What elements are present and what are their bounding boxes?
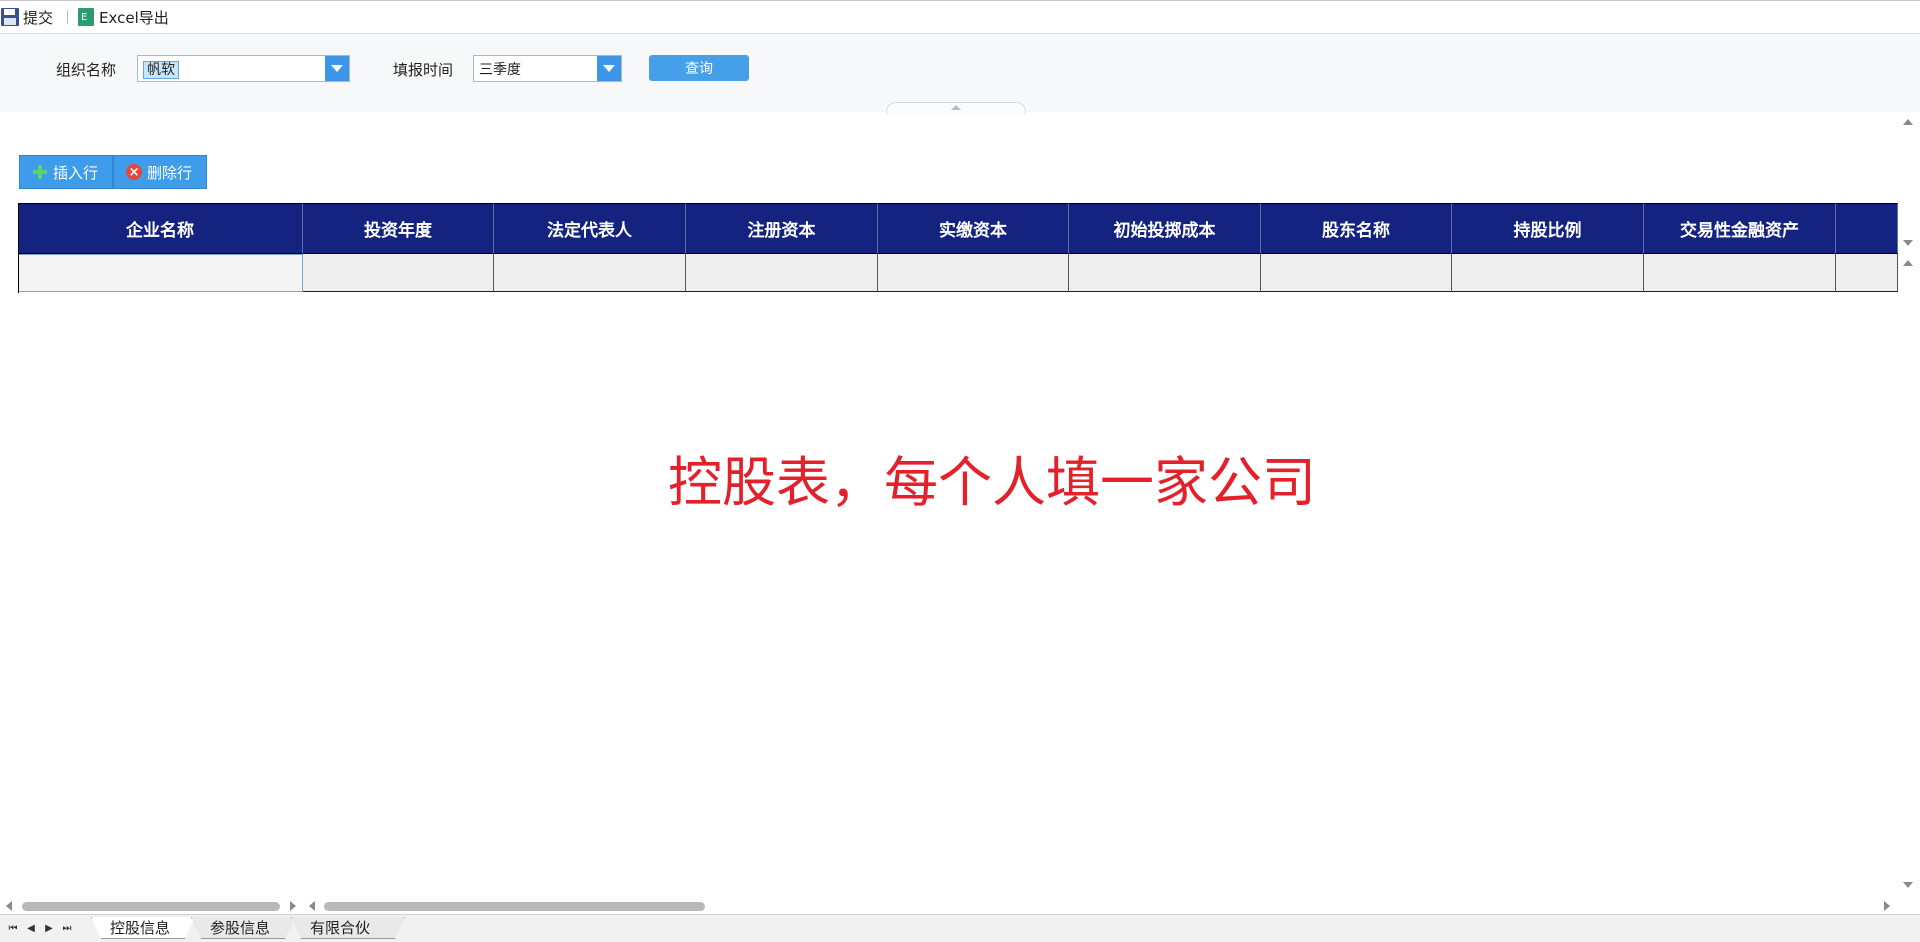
grid-cell[interactable]	[1452, 254, 1644, 292]
last-sheet-icon[interactable]: ⏭	[58, 920, 76, 936]
sheet-tab-holding[interactable]: 控股信息	[91, 917, 195, 939]
grid-left-border	[18, 203, 19, 293]
sheet-tab-bar: ⏮ ◀ ▶ ⏭ 控股信息 参股信息 有限合伙	[0, 914, 1920, 942]
insert-row-label: 插入行	[53, 163, 99, 182]
table-row	[18, 254, 1898, 292]
data-grid: 企业名称 投资年度 法定代表人 注册资本 实缴资本 初始投掷成本 股东名称 持股…	[18, 203, 1898, 293]
save-icon	[1, 8, 19, 26]
grid-scroll-up-icon[interactable]	[1902, 258, 1914, 268]
delete-icon: ×	[126, 164, 143, 180]
sheet-scroll-thumb[interactable]	[22, 902, 280, 911]
query-button[interactable]: 查询	[649, 55, 749, 81]
column-header[interactable]: 法定代表人	[494, 203, 686, 254]
excel-icon: E	[78, 8, 95, 26]
grid-cell[interactable]	[878, 254, 1069, 292]
org-name-value: 帆软	[143, 60, 179, 79]
svg-text:E: E	[81, 12, 87, 23]
grid-cell[interactable]	[494, 254, 686, 292]
submit-button[interactable]: 提交	[0, 1, 59, 33]
column-header[interactable]: 投资年度	[303, 203, 494, 254]
grid-cell-company-name[interactable]	[18, 254, 303, 292]
delete-row-label: 删除行	[147, 163, 193, 182]
org-dropdown-chevron-icon[interactable]	[325, 56, 349, 81]
column-header[interactable]: 股东名称	[1261, 203, 1452, 254]
export-label: Excel导出	[99, 8, 169, 27]
prev-sheet-icon[interactable]: ◀	[22, 920, 40, 936]
excel-export-button[interactable]: E Excel导出	[76, 1, 175, 33]
scroll-down-icon[interactable]	[1902, 238, 1914, 248]
sheet-scroll-left-icon[interactable]	[4, 901, 14, 911]
grid-cell[interactable]	[1836, 254, 1898, 292]
insert-row-button[interactable]: 插入行	[19, 155, 114, 189]
column-header[interactable]: 注册资本	[686, 203, 878, 254]
fill-time-value: 三季度	[479, 61, 521, 78]
grid-scroll-left-icon[interactable]	[307, 901, 317, 911]
column-header[interactable]: 实缴资本	[878, 203, 1069, 254]
scroll-up-icon[interactable]	[1902, 117, 1914, 127]
fill-time-label: 填报时间	[393, 61, 454, 79]
filter-panel: 组织名称 帆软 填报时间 三季度 查询	[0, 34, 1920, 114]
first-sheet-icon[interactable]: ⏮	[4, 920, 22, 936]
grid-scroll-down-icon[interactable]	[1902, 880, 1914, 890]
next-sheet-icon[interactable]: ▶	[40, 920, 58, 936]
submit-label: 提交	[23, 8, 54, 27]
column-header[interactable]: 交易性金融资产	[1644, 203, 1836, 254]
grid-header-row: 企业名称 投资年度 法定代表人 注册资本 实缴资本 初始投掷成本 股东名称 持股…	[18, 203, 1898, 254]
collapse-panel-handle[interactable]	[886, 102, 1026, 114]
org-name-label: 组织名称	[56, 61, 117, 79]
horizontal-scrollbar[interactable]	[0, 898, 1920, 914]
sheet-scroll-right-icon[interactable]	[288, 901, 298, 911]
top-toolbar: 提交 E Excel导出	[0, 0, 1920, 34]
grid-scroll-thumb[interactable]	[324, 902, 705, 911]
delete-row-button[interactable]: × 删除行	[113, 155, 208, 189]
grid-cell[interactable]	[303, 254, 494, 292]
grid-cell[interactable]	[1069, 254, 1261, 292]
sheet-tab-limited-partnership[interactable]: 有限合伙	[291, 917, 405, 939]
column-header-overflow[interactable]	[1836, 203, 1898, 254]
time-dropdown-chevron-icon[interactable]	[597, 56, 621, 81]
plus-icon	[32, 164, 48, 180]
column-header[interactable]: 企业名称	[18, 203, 303, 254]
annotation-text: 控股表，每个人填一家公司	[668, 451, 1316, 514]
grid-cell[interactable]	[1644, 254, 1836, 292]
grid-cell[interactable]	[686, 254, 878, 292]
grid-cell[interactable]	[1261, 254, 1452, 292]
toolbar-divider	[67, 10, 69, 24]
org-name-select[interactable]: 帆软	[137, 55, 350, 82]
sheet-navigation: ⏮ ◀ ▶ ⏭	[4, 920, 76, 936]
column-header[interactable]: 初始投掷成本	[1069, 203, 1261, 254]
row-action-bar: 插入行 × 删除行	[19, 155, 208, 189]
grid-scroll-right-icon[interactable]	[1882, 901, 1892, 911]
sheet-tab-participation[interactable]: 参股信息	[191, 917, 295, 939]
column-header[interactable]: 持股比例	[1452, 203, 1644, 254]
fill-time-select[interactable]: 三季度	[473, 55, 622, 82]
